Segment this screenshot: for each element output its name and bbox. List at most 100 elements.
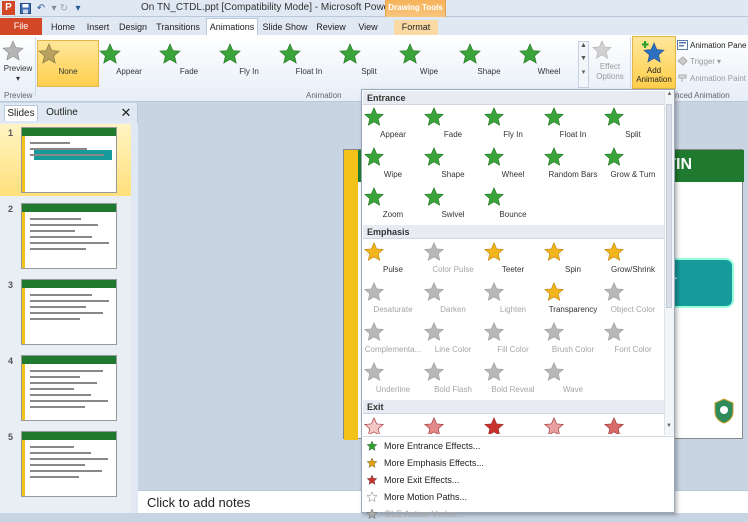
- context-group-label: Drawing Tools: [388, 3, 443, 12]
- powerpoint-app-icon[interactable]: P: [2, 1, 15, 15]
- wipe-star-icon: [363, 146, 423, 168]
- tab-review[interactable]: Review: [313, 20, 349, 35]
- effect-shape[interactable]: Shape: [423, 146, 483, 179]
- gallery-item-fly-in[interactable]: Fly In: [218, 42, 280, 76]
- grow-turn-star-icon: [603, 146, 663, 168]
- effect-grow-turn[interactable]: Grow & Turn: [603, 146, 663, 179]
- color-pulse-star-icon: [423, 241, 483, 263]
- effect-bounce[interactable]: Bounce: [483, 186, 543, 219]
- slide-thumbnail-2[interactable]: 2: [0, 200, 132, 272]
- swivel-star-icon: [423, 186, 483, 208]
- effect-options-button[interactable]: Effect Options: [591, 39, 629, 82]
- tab-view[interactable]: View: [354, 20, 382, 35]
- dropdown-scroll-down-icon[interactable]: ▼: [666, 423, 672, 429]
- more-emphasis-effects-icon: [366, 457, 378, 469]
- gallery-scroll-down-icon[interactable]: ▼: [579, 55, 588, 62]
- thumb-text-line: [30, 382, 97, 384]
- tab-outline[interactable]: Outline: [44, 105, 80, 121]
- dropdown-scroll-up-icon[interactable]: ▲: [665, 91, 674, 97]
- redo-icon[interactable]: ↻: [58, 2, 70, 14]
- effect-wipe[interactable]: Wipe: [363, 146, 423, 179]
- effect-split[interactable]: Split: [603, 106, 663, 139]
- effect-teeter[interactable]: Teeter: [483, 241, 543, 274]
- effect-swivel[interactable]: Swivel: [423, 186, 483, 219]
- tab-slides[interactable]: Slides: [4, 105, 38, 121]
- effect-fly-in[interactable]: Fly In: [483, 106, 543, 139]
- gallery-more-icon[interactable]: ▾: [579, 68, 588, 76]
- effect-fade[interactable]: Fade: [423, 106, 483, 139]
- thumb-text-line: [30, 476, 79, 478]
- gallery-item-none[interactable]: None: [37, 42, 99, 76]
- notes-placeholder[interactable]: Click to add notes: [147, 495, 250, 510]
- slide-number: 1: [8, 128, 14, 138]
- effect-options-star-icon: [591, 39, 629, 61]
- close-pane-icon[interactable]: ✕: [119, 105, 133, 121]
- slide-thumbnail-image: [21, 279, 117, 345]
- effect-label: Appear: [380, 130, 406, 139]
- slides-pane-scrollbar[interactable]: [131, 123, 138, 513]
- tab-slide-show[interactable]: Slide Show: [262, 20, 308, 35]
- tab-format[interactable]: Format: [394, 20, 438, 35]
- preview-dropdown-icon[interactable]: ▾: [1, 74, 35, 83]
- save-icon[interactable]: [19, 2, 31, 14]
- slides-pane: Slides Outline ✕ 1 2 3 4 5: [0, 103, 138, 513]
- tab-animations[interactable]: Animations: [206, 18, 258, 36]
- animation-painter-button[interactable]: Animation Paint: [677, 73, 746, 83]
- wipe-star-icon: [398, 42, 460, 66]
- gallery-item-appear[interactable]: Appear: [98, 42, 160, 76]
- effect-label: Grow/Shrink: [610, 265, 655, 274]
- customize-toolbar-icon[interactable]: ▾: [72, 2, 84, 14]
- slide-thumbnail-1[interactable]: 1: [0, 124, 132, 196]
- more-effects-item-more-exit-effects[interactable]: More Exit Effects...: [366, 472, 459, 488]
- effect-spin[interactable]: Spin: [543, 241, 603, 274]
- dropdown-scroll-thumb[interactable]: [666, 104, 672, 308]
- exit-effect-star-icon[interactable]: [543, 416, 603, 434]
- gallery-item-wheel[interactable]: Wheel: [518, 42, 580, 76]
- effect-float-in[interactable]: Float In: [543, 106, 603, 139]
- more-effects-item-more-emphasis-effects[interactable]: More Emphasis Effects...: [366, 455, 484, 471]
- gallery-item-fade[interactable]: Fade: [158, 42, 220, 76]
- tab-insert[interactable]: Insert: [83, 20, 113, 35]
- more-effects-item-more-entrance-effects[interactable]: More Entrance Effects...: [366, 438, 480, 454]
- effect-label: Underline: [375, 385, 411, 394]
- effect-appear[interactable]: Appear: [363, 106, 423, 139]
- effect-wheel[interactable]: Wheel: [483, 146, 543, 179]
- effect-label: Pulse: [382, 265, 403, 274]
- tab-file[interactable]: File: [0, 18, 42, 35]
- darken-star-icon: [423, 281, 483, 303]
- more-effects-item-more-motion-paths[interactable]: More Motion Paths...: [366, 489, 467, 505]
- tab-home[interactable]: Home: [47, 20, 79, 35]
- effect-random-bars[interactable]: Random Bars: [543, 146, 603, 179]
- tab-transitions[interactable]: Transitions: [153, 20, 203, 35]
- gallery-item-shape[interactable]: Shape: [458, 42, 520, 76]
- gallery-scrollbar[interactable]: ▲ ▼ ▾: [578, 41, 589, 88]
- preview-star-icon: [1, 39, 35, 63]
- effect-transparency[interactable]: Transparency: [543, 281, 603, 314]
- undo-icon[interactable]: ↶: [35, 2, 47, 14]
- exit-effect-star-icon[interactable]: [603, 416, 663, 434]
- effect-pulse[interactable]: Pulse: [363, 241, 423, 274]
- thumb-text-line: [30, 230, 75, 232]
- effect-label: Color Pulse: [432, 265, 474, 274]
- gallery-item-label: Wheel: [537, 67, 561, 76]
- exit-effect-star-icon[interactable]: [483, 416, 543, 434]
- slide-thumbnail-3[interactable]: 3: [0, 276, 132, 348]
- thumb-text-line: [30, 248, 86, 250]
- exit-effect-star-icon[interactable]: [363, 416, 423, 434]
- slide-thumbnail-4[interactable]: 4: [0, 352, 132, 424]
- exit-effect-star-icon[interactable]: [423, 416, 483, 434]
- thumb-text-line: [30, 300, 109, 302]
- animation-pane-button[interactable]: Animation Pane: [677, 40, 746, 50]
- slide-thumbnail-5[interactable]: 5: [0, 428, 132, 500]
- gallery-item-wipe[interactable]: Wipe: [398, 42, 460, 76]
- effect-zoom[interactable]: Zoom: [363, 186, 423, 219]
- tab-design[interactable]: Design: [117, 20, 149, 35]
- gallery-item-split[interactable]: Split: [338, 42, 400, 76]
- add-animation-button[interactable]: Add Animation: [632, 36, 676, 89]
- effect-label: Fade: [443, 130, 463, 139]
- gallery-item-float-in[interactable]: Float In: [278, 42, 340, 76]
- gallery-scroll-up-icon[interactable]: ▲: [579, 42, 588, 49]
- effect-grow-shrink[interactable]: Grow/Shrink: [603, 241, 663, 274]
- trigger-button[interactable]: Trigger ▾: [677, 56, 721, 66]
- preview-button[interactable]: Preview ▾: [1, 39, 35, 83]
